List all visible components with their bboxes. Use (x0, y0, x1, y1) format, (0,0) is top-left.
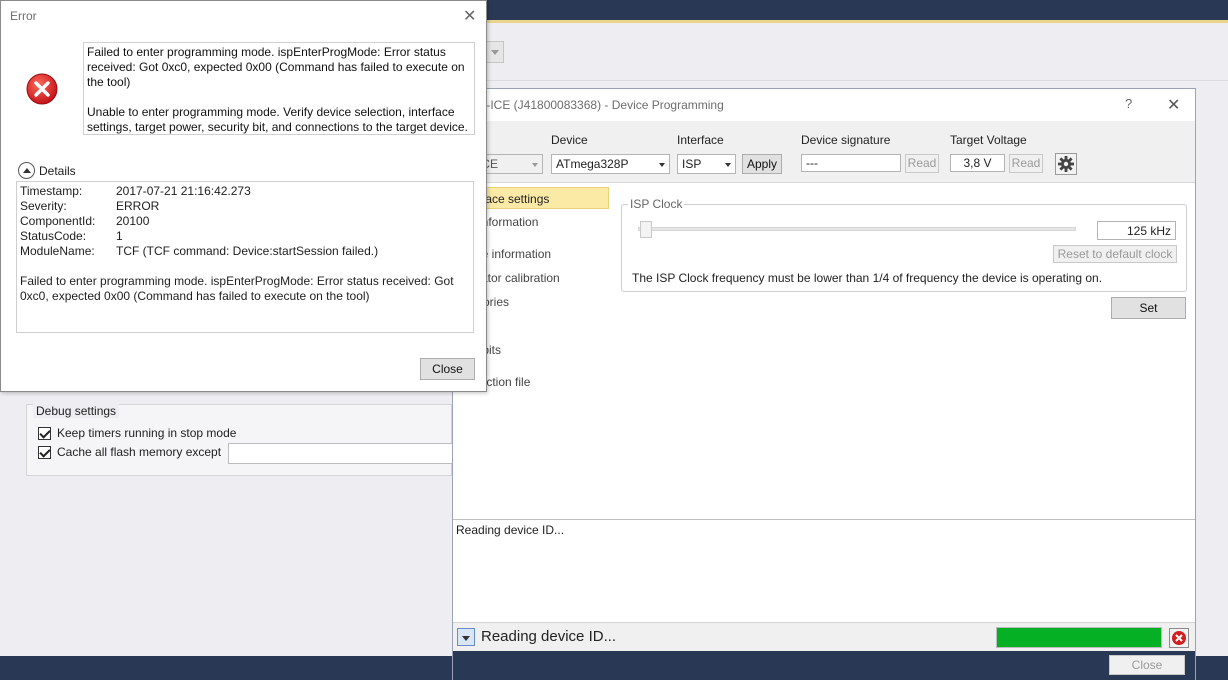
detail-row: Timestamp: 2017-07-21 21:16:42.273 (20, 184, 470, 199)
isp-clock-note: The ISP Clock frequency must be lower th… (632, 271, 1103, 285)
details-message: Failed to enter programming mode. ispEnt… (20, 274, 454, 303)
cache-flash-label: Cache all flash memory except (57, 445, 222, 459)
log-area: Reading device ID... (453, 519, 1195, 619)
debug-settings-group: Debug settings Keep timers running in st… (26, 404, 454, 476)
device-programming-title: el-ICE (J41800083368) - Device Programmi… (477, 98, 724, 112)
reset-default-clock-button[interactable]: Reset to default clock (1053, 245, 1177, 263)
chevron-down-icon (491, 50, 499, 55)
status-bar: Reading device ID... (453, 622, 1195, 651)
detail-row: ComponentId: 20100 (20, 214, 470, 229)
detail-value: 1 (116, 229, 123, 243)
device-select[interactable]: ATmega328P (551, 154, 670, 174)
device-label: Device (551, 133, 588, 147)
device-programming-toolbar: nel-ICE Device ATmega328P Interface ISP … (453, 121, 1195, 183)
chevron-down-icon (659, 163, 665, 167)
keep-timers-checkbox[interactable] (38, 426, 51, 440)
details-toggle-row[interactable]: Details (18, 162, 76, 179)
cache-flash-checkbox[interactable] (38, 445, 51, 459)
isp-clock-group: ISP Clock 125 kHz Reset to default clock… (621, 197, 1187, 292)
error-message-secondary: Unable to enter programming mode. Verify… (87, 105, 468, 134)
error-icon (26, 73, 58, 105)
abort-button[interactable] (1169, 628, 1189, 648)
device-programming-dialog: el-ICE (J41800083368) - Device Programmi… (452, 88, 1196, 680)
target-voltage-field[interactable]: 3,8 V (950, 154, 1005, 172)
apply-button[interactable]: Apply (742, 154, 782, 174)
ide-toolbar-dropdown[interactable] (486, 41, 504, 63)
device-signature-field[interactable]: --- (801, 154, 901, 172)
error-message-box: Failed to enter programming mode. ispEnt… (83, 42, 475, 135)
log-text: Reading device ID... (456, 523, 565, 537)
detail-key: Timestamp: (20, 184, 83, 198)
device-programming-titlebar: el-ICE (J41800083368) - Device Programmi… (453, 89, 1195, 121)
detail-key: StatusCode: (20, 229, 87, 243)
device-signature-label: Device signature (801, 133, 891, 147)
keep-timers-label: Keep timers running in stop mode (57, 426, 237, 440)
detail-key: ComponentId: (20, 214, 96, 228)
debug-settings-legend: Debug settings (33, 404, 120, 418)
error-message-primary: Failed to enter programming mode. ispEnt… (87, 45, 465, 89)
interface-select-value: ISP (682, 157, 702, 171)
target-voltage-label: Target Voltage (950, 133, 1027, 147)
detail-key: ModuleName: (20, 244, 95, 258)
close-button[interactable]: Close (1109, 655, 1185, 675)
chevron-down-icon (462, 636, 470, 641)
detail-row: StatusCode: 1 (20, 229, 470, 244)
read-voltage-button[interactable]: Read (1009, 154, 1043, 173)
progress-bar (996, 627, 1162, 648)
cache-flash-except-input[interactable] (228, 443, 454, 464)
details-box: Timestamp: 2017-07-21 21:16:42.273 Severi… (16, 181, 474, 333)
device-programming-footer: Close (453, 651, 1195, 680)
progress-fill (997, 628, 1161, 647)
chevron-down-icon (532, 163, 538, 167)
device-select-value: ATmega328P (556, 157, 629, 171)
details-label: Details (39, 163, 76, 178)
help-button[interactable]: ? (1125, 96, 1132, 111)
abort-icon (1172, 631, 1186, 645)
isp-clock-field[interactable]: 125 kHz (1097, 221, 1176, 240)
interface-label: Interface (677, 133, 724, 147)
set-button[interactable]: Set (1111, 297, 1186, 319)
error-close-button[interactable]: Close (420, 358, 475, 380)
detail-key: Severity: (20, 199, 67, 213)
isp-clock-slider-track[interactable] (638, 227, 1076, 231)
detail-value: ERROR (116, 199, 160, 213)
chevron-down-icon (725, 163, 731, 167)
isp-clock-legend: ISP Clock (628, 197, 685, 211)
detail-value: TCF (TCF command: Device:startSession fa… (116, 244, 379, 258)
status-text: Reading device ID... (481, 628, 617, 645)
settings-button[interactable] (1055, 153, 1077, 175)
detail-row: Severity: ERROR (20, 199, 470, 214)
detail-value: 20100 (116, 214, 150, 228)
detail-value: 2017-07-21 21:16:42.273 (116, 184, 251, 198)
ide-toolbar (486, 23, 1228, 81)
isp-clock-slider-thumb[interactable] (640, 221, 652, 238)
detail-row: ModuleName: TCF (TCF command: Device:star… (20, 244, 470, 259)
interface-select[interactable]: ISP (677, 154, 736, 174)
close-icon[interactable]: ✕ (463, 6, 476, 26)
read-signature-button[interactable]: Read (905, 154, 939, 173)
status-expand-button[interactable] (457, 628, 475, 646)
gear-icon (1058, 156, 1074, 172)
keep-timers-row[interactable]: Keep timers running in stop mode (38, 426, 236, 440)
error-dialog-title: Error (10, 9, 37, 23)
error-dialog: Error ✕ Failed to enter programming mode… (0, 0, 487, 392)
close-icon[interactable]: ✕ (1167, 95, 1180, 115)
collapse-details-icon[interactable] (18, 162, 35, 179)
cache-flash-row[interactable]: Cache all flash memory except (38, 445, 221, 459)
